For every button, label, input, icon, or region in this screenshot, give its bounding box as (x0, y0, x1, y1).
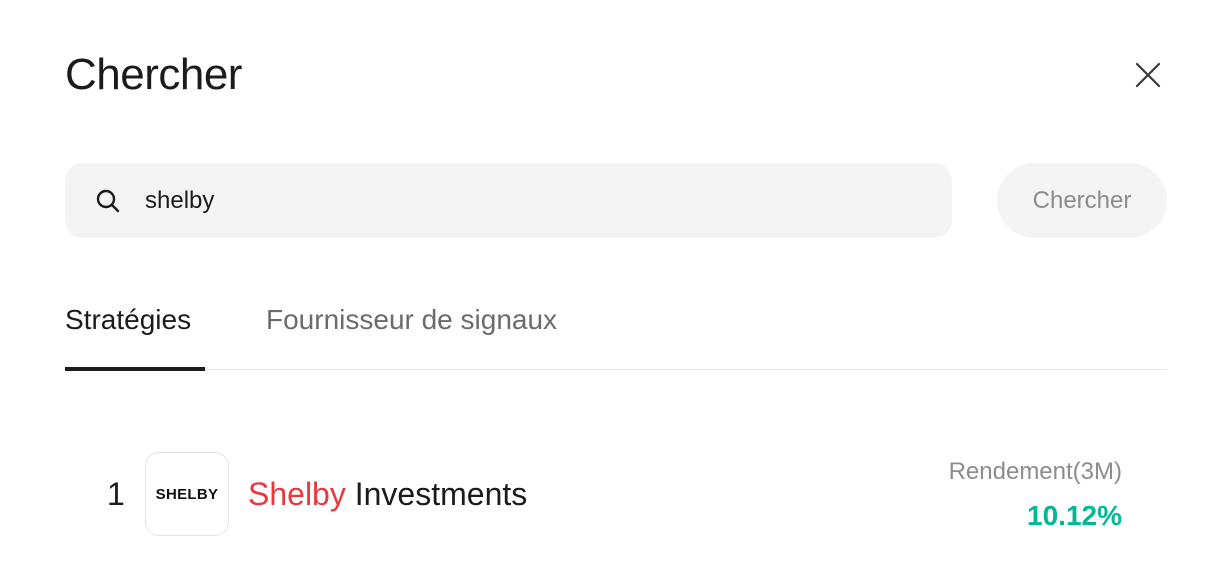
strategy-name-rest: Investments (345, 476, 528, 512)
tab-label: Fournisseur de signaux (266, 304, 558, 335)
close-button[interactable] (1130, 57, 1166, 93)
tab-strategies[interactable]: Stratégies (65, 304, 191, 336)
modal-title: Chercher (65, 50, 242, 99)
search-match-highlight: Shelby (248, 476, 346, 512)
tab-signal-providers[interactable]: Fournisseur de signaux (266, 304, 557, 336)
search-button[interactable]: Chercher (997, 163, 1167, 238)
close-icon (1135, 62, 1161, 88)
result-rank: 1 (107, 476, 125, 512)
strategy-logo: SHELBY (145, 452, 229, 536)
tab-label: Stratégies (65, 304, 192, 335)
strategy-name[interactable]: Shelby Investments (248, 476, 527, 513)
search-input[interactable] (145, 163, 925, 238)
list-item[interactable]: 1 SHELBY Shelby Investments Rendement(3M… (65, 440, 1167, 550)
search-modal: Chercher Chercher Stratégies Fournisseur… (0, 0, 1232, 572)
return-value: 10.12% (1027, 500, 1122, 531)
search-icon (96, 189, 120, 213)
return-label: Rendement(3M) (948, 458, 1122, 485)
logo-text: SHELBY (155, 485, 219, 503)
tab-bar: Stratégies Fournisseur de signaux (65, 296, 1167, 371)
search-field[interactable] (65, 163, 952, 238)
active-tab-indicator (65, 367, 205, 371)
